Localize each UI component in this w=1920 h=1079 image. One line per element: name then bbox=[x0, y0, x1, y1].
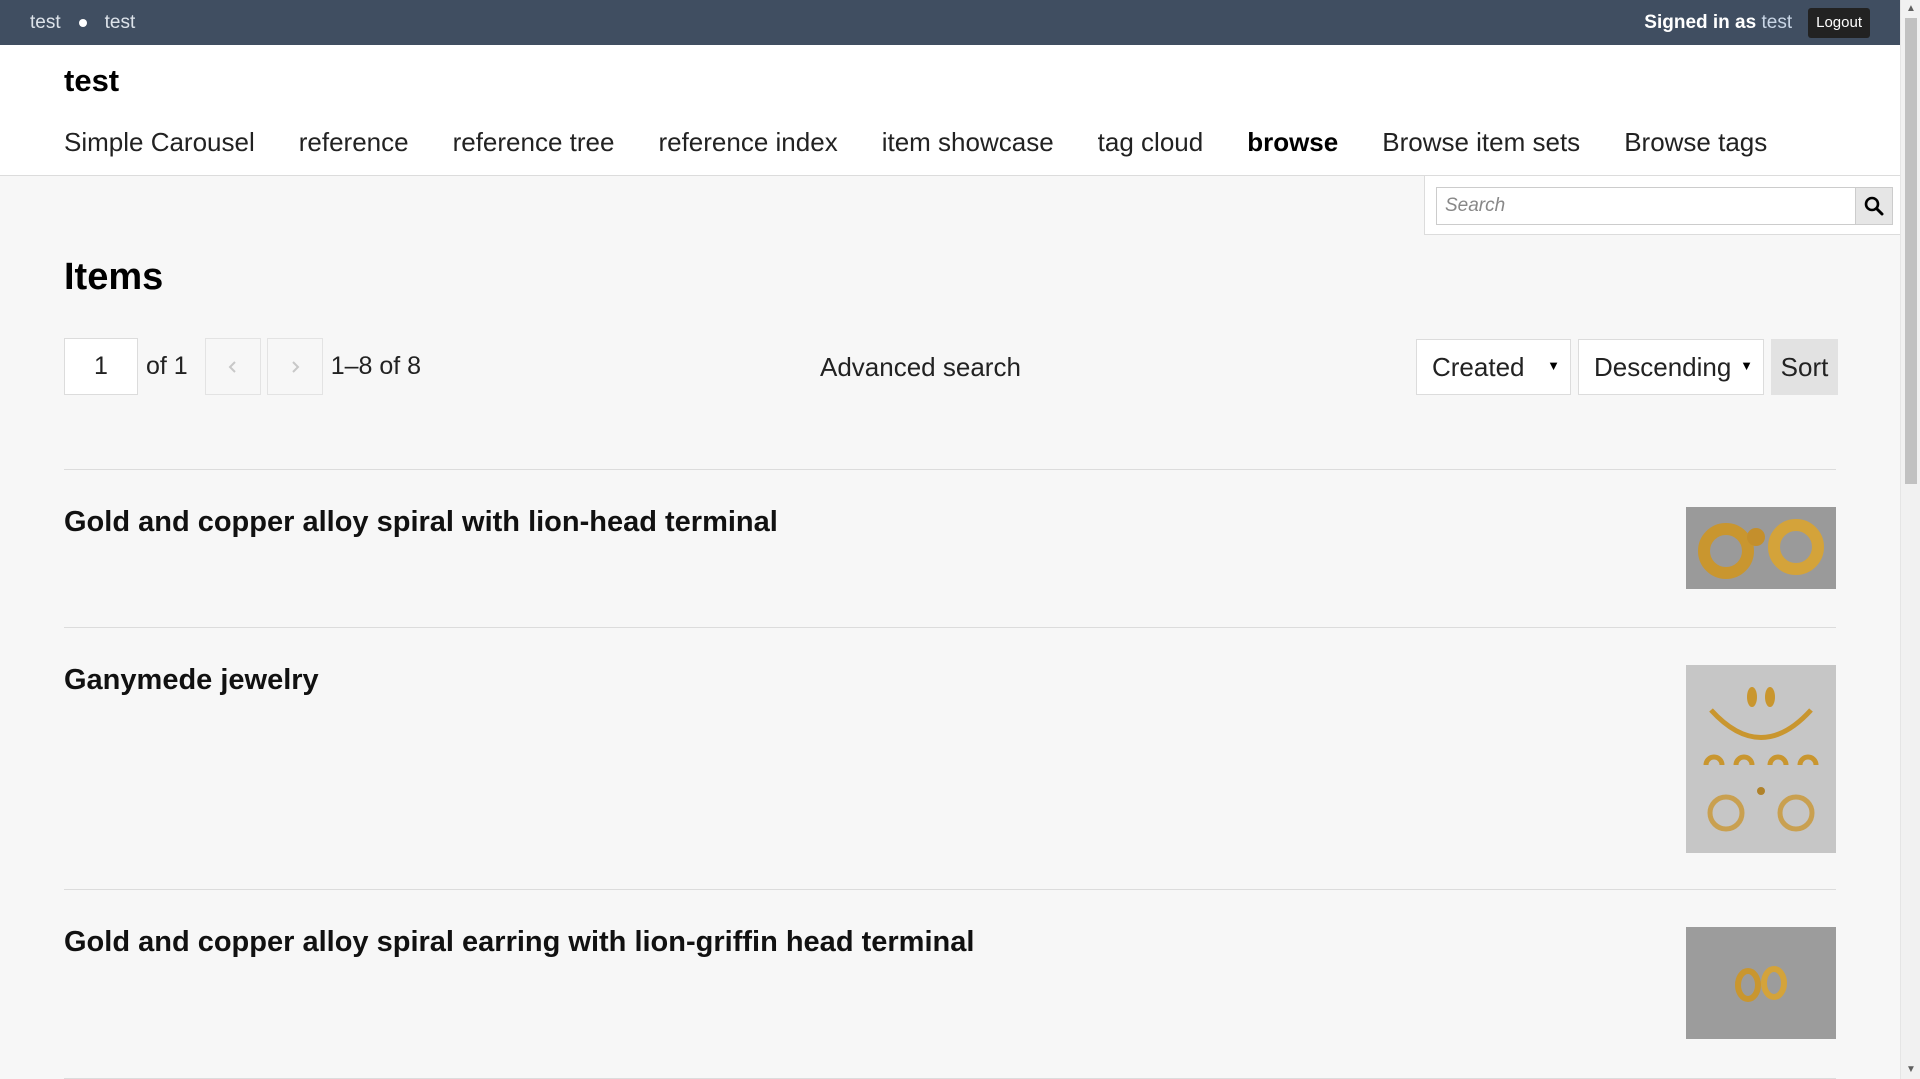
page-number-input[interactable] bbox=[64, 338, 138, 395]
item-thumbnail[interactable] bbox=[1686, 927, 1836, 1039]
main-nav: Simple Carousel reference reference tree… bbox=[64, 127, 1767, 158]
nav-item-tag-cloud[interactable]: tag cloud bbox=[1098, 127, 1204, 158]
search-button[interactable] bbox=[1855, 187, 1893, 225]
scroll-down-arrow-icon[interactable]: ▼ bbox=[1901, 1061, 1920, 1079]
nav-item-browse-tags[interactable]: Browse tags bbox=[1624, 127, 1767, 158]
sort-order-select[interactable]: Descending ▼ bbox=[1578, 339, 1764, 395]
nav-item-reference[interactable]: reference bbox=[299, 127, 409, 158]
signed-in-text: Signed in as test bbox=[1644, 12, 1792, 34]
admin-user-area: Signed in as test Logout bbox=[1644, 7, 1870, 38]
nav-item-browse-item-sets[interactable]: Browse item sets bbox=[1382, 127, 1580, 158]
site-title[interactable]: test bbox=[64, 63, 119, 99]
nav-item-item-showcase[interactable]: item showcase bbox=[882, 127, 1054, 158]
search-input[interactable] bbox=[1436, 187, 1856, 225]
page-total-text: of 1 bbox=[146, 352, 188, 380]
advanced-search-link[interactable]: Advanced search bbox=[820, 352, 1021, 383]
sort-order-value: Descending bbox=[1594, 351, 1732, 382]
pagination: of 1 1–8 of 8 bbox=[64, 338, 421, 395]
search-form bbox=[1424, 176, 1900, 235]
page-title: Items bbox=[64, 256, 164, 298]
gold-earring-image bbox=[1686, 927, 1836, 1039]
nav-item-simple-carousel[interactable]: Simple Carousel bbox=[64, 127, 255, 158]
item-list: Gold and copper alloy spiral with lion-h… bbox=[64, 469, 1836, 1079]
sort-by-select[interactable]: Created ▼ bbox=[1416, 339, 1571, 395]
list-item: Ganymede jewelry bbox=[64, 627, 1836, 889]
nav-item-reference-tree[interactable]: reference tree bbox=[453, 127, 615, 158]
chevron-left-icon bbox=[228, 360, 236, 373]
item-title-link[interactable]: Gold and copper alloy spiral with lion-h… bbox=[64, 506, 778, 539]
user-name-link[interactable]: test bbox=[1761, 12, 1792, 33]
list-item: Gold and copper alloy spiral earring wit… bbox=[64, 889, 1836, 1079]
results-range: 1–8 of 8 bbox=[330, 352, 422, 380]
logout-button[interactable]: Logout bbox=[1808, 7, 1870, 38]
item-thumbnail[interactable] bbox=[1686, 665, 1836, 853]
nav-item-browse[interactable]: browse bbox=[1247, 127, 1338, 158]
jewelry-set-image bbox=[1686, 665, 1836, 853]
admin-bar: test test Signed in as test Logout bbox=[0, 0, 1900, 45]
admin-site-link[interactable]: test bbox=[30, 12, 61, 34]
nav-item-reference-index[interactable]: reference index bbox=[658, 127, 837, 158]
caret-down-icon: ▼ bbox=[1740, 358, 1753, 373]
caret-down-icon: ▼ bbox=[1547, 358, 1560, 373]
search-icon bbox=[1864, 196, 1884, 216]
item-title-link[interactable]: Gold and copper alloy spiral earring wit… bbox=[64, 926, 974, 959]
page-scrollbar[interactable]: ▲ ▼ bbox=[1900, 0, 1920, 1079]
next-page-button[interactable] bbox=[266, 338, 323, 395]
chevron-right-icon bbox=[291, 360, 300, 373]
gold-spiral-image bbox=[1686, 507, 1836, 589]
signed-in-prefix: Signed in as bbox=[1644, 11, 1757, 33]
item-title-link[interactable]: Ganymede jewelry bbox=[64, 664, 319, 697]
item-thumbnail[interactable] bbox=[1686, 507, 1836, 589]
scroll-up-arrow-icon[interactable]: ▲ bbox=[1901, 0, 1920, 18]
sort-controls: Created ▼ Descending ▼ Sort bbox=[1416, 339, 1838, 395]
scrollbar-thumb[interactable] bbox=[1905, 18, 1917, 484]
admin-public-site-link[interactable]: test bbox=[105, 12, 136, 34]
admin-site-links: test test bbox=[30, 12, 135, 34]
sort-by-value: Created bbox=[1432, 351, 1525, 382]
sort-button[interactable]: Sort bbox=[1771, 339, 1838, 395]
site-header: test Simple Carousel reference reference… bbox=[0, 45, 1900, 176]
separator-dot-icon bbox=[78, 18, 87, 27]
list-item: Gold and copper alloy spiral with lion-h… bbox=[64, 469, 1836, 627]
previous-page-button[interactable] bbox=[204, 338, 261, 395]
